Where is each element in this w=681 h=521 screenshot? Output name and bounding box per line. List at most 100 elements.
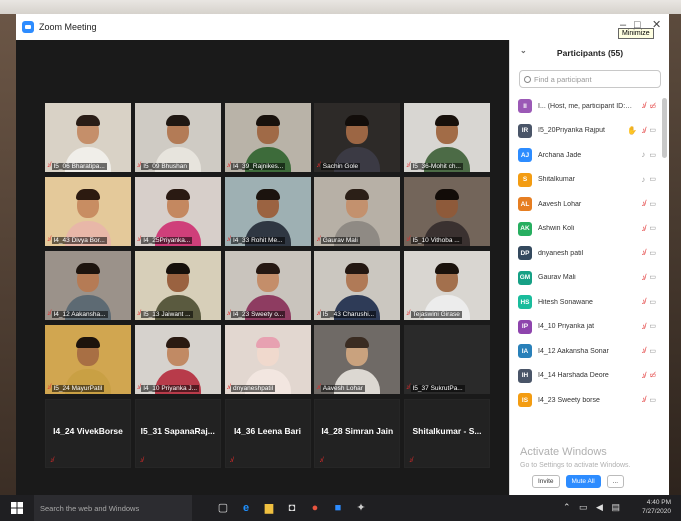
mic-muted-icon[interactable]: ♪̸ xyxy=(641,322,645,331)
mic-muted-icon[interactable]: ♪̸ xyxy=(641,101,645,110)
participant-name: dnyaneshpatil xyxy=(231,384,276,392)
video-tile[interactable]: I4_28 Simran Jain ♪̸ xyxy=(314,399,401,468)
video-tile[interactable]: Shitalkumar - S... ♪̸ xyxy=(404,399,490,468)
edge-icon[interactable]: e xyxy=(239,501,253,515)
participant-name: I5_10 Vithoba ... xyxy=(410,236,462,244)
mic-muted-icon[interactable]: ♪̸ xyxy=(641,371,645,380)
person-hair xyxy=(435,115,459,126)
system-tray-icons[interactable]: ⌃ ▭ ◀ ▤ xyxy=(563,502,623,513)
video-tile[interactable]: ♪̸ I4_10 Priyanka J... xyxy=(134,325,221,394)
mic-muted-icon: ♪̸ xyxy=(50,457,54,464)
video-tile[interactable]: ♪̸ Gaurav Mali xyxy=(314,177,401,246)
video-tile[interactable]: I4_36 Leena Bari ♪̸ xyxy=(224,399,311,468)
participant-row[interactable]: IP I4_10 Priyanka jat ♪̸ ▭ xyxy=(510,315,662,340)
clock[interactable]: 4:40 PM 7/27/2020 xyxy=(642,498,671,516)
participant-row[interactable]: IS I4_23 Sweety borse ♪̸ ▭ xyxy=(510,388,662,413)
mic-muted-icon: ♪̸ xyxy=(406,384,410,391)
video-tile[interactable]: ♪̸ Tejaswini Girase xyxy=(404,251,490,320)
person-hair xyxy=(165,115,190,126)
start-button[interactable] xyxy=(0,495,34,521)
video-off-icon: ▭ xyxy=(649,225,656,232)
participant-row[interactable]: S Shitalkumar ♪ ▭ xyxy=(510,168,662,193)
participant-row[interactable]: IR I5_20Priyanka Rajput ✋ ♪̸ ▭ xyxy=(510,119,662,144)
chrome-icon[interactable]: ● xyxy=(308,501,322,515)
mic-muted-icon: ♪̸ xyxy=(316,236,320,243)
video-tile[interactable]: ♪̸ I4_12 Aakansha... xyxy=(45,251,131,320)
participant-name: I4_23 Sweety o... xyxy=(231,310,286,318)
participant-row[interactable]: GM Gaurav Mali ♪̸ ▭ xyxy=(510,266,662,291)
search-icon xyxy=(524,75,531,83)
mic-muted-icon[interactable]: ♪̸ xyxy=(641,126,645,135)
participant-row[interactable]: AJ Archana Jade ♪ ▭ xyxy=(510,143,662,168)
mute-all-button[interactable]: Mute All xyxy=(565,475,601,488)
mic-on-icon[interactable]: ♪ xyxy=(641,175,645,184)
participant-row-name: Gaurav Mali xyxy=(538,274,576,282)
video-tile[interactable]: ♪̸ I5 _43 Charushi... xyxy=(314,251,401,320)
mic-muted-icon[interactable]: ♪̸ xyxy=(641,248,645,257)
video-tile[interactable]: ♪̸ I5_09 Bhushan xyxy=(134,103,221,172)
mic-muted-icon: ♪̸ xyxy=(316,162,320,169)
mic-muted-icon[interactable]: ♪̸ xyxy=(641,199,645,208)
video-tile[interactable]: ♪̸ I5_24 MayurPatil xyxy=(45,325,131,394)
video-tile[interactable]: ♪̸ I5_37 SukrutPa... xyxy=(404,325,490,394)
mic-on-icon[interactable]: ♪ xyxy=(641,150,645,159)
video-tile[interactable]: ♪̸ I5_10 Vithoba ... xyxy=(404,177,490,246)
title-bar[interactable]: Zoom Meeting – □ ✕ xyxy=(16,14,669,40)
mic-muted-icon[interactable]: ♪̸ xyxy=(641,297,645,306)
window-title: Zoom Meeting xyxy=(39,22,97,32)
invite-button[interactable]: Invite xyxy=(532,475,560,488)
mic-muted-icon[interactable]: ♪̸ xyxy=(641,395,645,404)
participant-row-name: I... (Host, me, participant ID: 230983) xyxy=(538,102,633,110)
participant-row[interactable]: IH I4_14 Harshada Deore ♪̸ ▭̸ xyxy=(510,364,662,389)
participant-row[interactable]: II I... (Host, me, participant ID: 230983… xyxy=(510,94,662,119)
video-tile[interactable]: ♪̸ I5_06 Bharatipa... xyxy=(45,103,131,172)
taskbar-search[interactable]: Search the web and Windows xyxy=(34,495,192,521)
participant-name: Sachin Gole xyxy=(320,162,361,170)
person-hair xyxy=(345,115,370,126)
video-tile[interactable]: ♪̸ I4_23 Sweety o... xyxy=(224,251,311,320)
video-tile[interactable]: ♪̸ I4_33 Rohit Me... xyxy=(224,177,311,246)
mic-muted-icon[interactable]: ♪̸ xyxy=(641,273,645,282)
participant-name: I5_09 Bhushan xyxy=(141,162,189,170)
video-grid: ♪̸ I5_06 Bharatipa... ♪̸ I5_09 Bhushan ♪̸ I4_… xyxy=(45,103,490,475)
video-tile[interactable]: ♪̸ I4_39_Rajnikes... xyxy=(224,103,311,172)
video-tile[interactable]: I4_24 VivekBorse ♪̸ xyxy=(45,399,131,468)
windows-logo-icon xyxy=(11,502,23,514)
video-off-icon: ▭ xyxy=(649,298,656,306)
video-tile[interactable]: ♪̸ I5_36-Mohit ch... xyxy=(404,103,490,172)
file-explorer-icon[interactable]: ▆ xyxy=(262,501,276,515)
participant-list-scrollbar[interactable] xyxy=(662,98,667,158)
app-icon[interactable]: ✦ xyxy=(354,501,368,515)
video-tile[interactable]: ♪̸ I4_25Priyanka... xyxy=(134,177,221,246)
video-tile[interactable]: ♪̸ Aavesh Lohar xyxy=(314,325,401,394)
video-tile[interactable]: ♪̸ I5_13 Jaiwant ... xyxy=(134,251,221,320)
participant-list: II I... (Host, me, participant ID: 230983… xyxy=(510,94,662,413)
participants-footer: Invite Mute All ... xyxy=(510,468,669,495)
avatar: IH xyxy=(518,368,532,383)
participant-row[interactable]: AK Ashwin Koli ♪̸ ▭ xyxy=(510,217,662,242)
mic-muted-icon[interactable]: ♪̸ xyxy=(641,346,645,355)
mic-muted-icon: ♪̸ xyxy=(316,384,320,391)
mic-muted-icon: ♪̸ xyxy=(136,162,141,169)
participant-row[interactable]: HS Hitesh Sonawane ♪̸ ▭ xyxy=(510,290,662,315)
video-tile[interactable]: ♪̸ I4_43 Divya Bor... xyxy=(45,177,131,246)
chevron-down-icon[interactable]: ⌄ xyxy=(520,46,527,55)
participant-row[interactable]: DP dnyanesh patil ♪̸ ▭ xyxy=(510,241,662,266)
participant-label: ♪̸ Aavesh Lohar xyxy=(316,384,365,392)
person-hair xyxy=(76,263,100,274)
video-off-icon: ▭ xyxy=(649,200,656,208)
participant-name: I5_24 MayurPatil xyxy=(51,384,105,392)
video-tile[interactable]: I5_31 SapanaRaj... ♪̸ xyxy=(134,399,221,468)
more-button[interactable]: ... xyxy=(606,475,625,488)
video-tile[interactable]: ♪̸ Sachin Gole xyxy=(314,103,401,172)
participant-row[interactable]: AL Aavesh Lohar ♪̸ ▭ xyxy=(510,192,662,217)
participant-search-input[interactable]: Find a participant xyxy=(519,70,661,88)
store-icon[interactable]: ◘ xyxy=(285,501,299,515)
participant-label: ♪̸ Tejaswini Girase xyxy=(406,310,462,318)
mic-muted-icon[interactable]: ♪̸ xyxy=(641,224,645,233)
task-view-icon[interactable]: ▢ xyxy=(216,501,230,515)
participant-row[interactable]: IA I4_12 Aakansha Sonar ♪̸ ▭ xyxy=(510,339,662,364)
zoom-app-icon[interactable]: ■ xyxy=(331,501,345,515)
video-tile[interactable]: ♪̸ dnyaneshpatil xyxy=(224,325,311,394)
participant-status: ♪̸ ▭̸ xyxy=(641,371,656,380)
